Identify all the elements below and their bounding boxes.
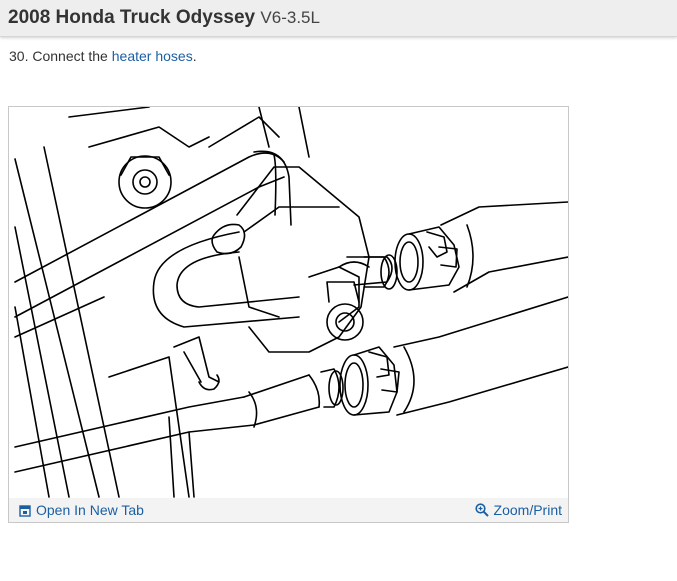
engine-label: V6-3.5L bbox=[260, 8, 320, 27]
vehicle-title: 2008 Honda Truck Odyssey bbox=[8, 7, 256, 28]
page-title: 2008 Honda Truck Odyssey V6-3.5L bbox=[8, 7, 320, 29]
page-header: 2008 Honda Truck Odyssey V6-3.5L bbox=[0, 0, 677, 37]
open-in-new-tab-button[interactable]: Open In New Tab bbox=[19, 502, 144, 518]
magnifier-icon bbox=[474, 503, 489, 517]
heater-hoses-link[interactable]: heater hoses bbox=[112, 48, 193, 64]
step-suffix: . bbox=[192, 48, 197, 64]
zoom-print-label: Zoom/Print bbox=[493, 502, 562, 518]
figure-panel: Open In New Tab Zoom/Print bbox=[8, 106, 569, 523]
step-text: 30. Connect the bbox=[9, 48, 112, 64]
zoom-print-button[interactable]: Zoom/Print bbox=[474, 502, 562, 518]
step-instruction: 30. Connect the heater hoses. bbox=[9, 48, 197, 64]
heater-hose-illustration bbox=[14, 107, 568, 498]
open-in-new-tab-label: Open In New Tab bbox=[36, 502, 144, 518]
open-tab-icon bbox=[19, 505, 31, 517]
figure-toolbar: Open In New Tab Zoom/Print bbox=[9, 498, 568, 522]
